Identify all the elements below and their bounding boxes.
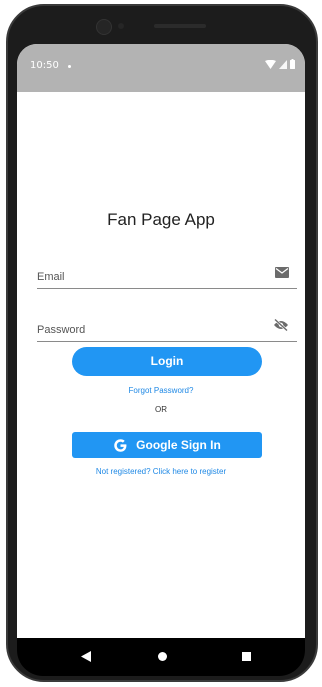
phone-screen: 10:50 Fan Page App Email Password Login … (17, 44, 305, 638)
google-sign-in-label: Google Sign In (136, 438, 221, 452)
status-bar: 10:50 (17, 44, 305, 92)
mail-icon (275, 267, 289, 278)
forgot-password-link[interactable]: Forgot Password? (17, 386, 305, 395)
app-title: Fan Page App (107, 210, 215, 229)
google-sign-in-button[interactable]: Google Sign In (72, 432, 262, 458)
or-separator: OR (155, 405, 167, 414)
cell-signal-icon (279, 59, 287, 69)
navigation-bar (17, 638, 305, 676)
battery-icon (290, 59, 295, 69)
proximity-sensor (118, 23, 124, 29)
register-link[interactable]: Not registered? Click here to register (17, 467, 305, 476)
front-camera (96, 19, 112, 35)
visibility-off-icon[interactable] (273, 319, 289, 331)
wifi-icon (265, 59, 276, 69)
password-field[interactable]: Password (37, 311, 297, 342)
status-icons (265, 58, 295, 70)
earpiece-speaker (154, 24, 206, 28)
notification-dot-icon (68, 65, 71, 68)
email-field[interactable]: Email (37, 258, 297, 289)
password-field-label: Password (37, 324, 86, 336)
login-button[interactable]: Login (72, 347, 262, 376)
google-g-icon (114, 438, 127, 452)
back-icon[interactable] (81, 651, 91, 662)
status-time: 10:50 (30, 60, 59, 71)
email-field-label: Email (37, 271, 65, 283)
home-icon[interactable] (158, 652, 167, 661)
recents-icon[interactable] (242, 652, 251, 661)
